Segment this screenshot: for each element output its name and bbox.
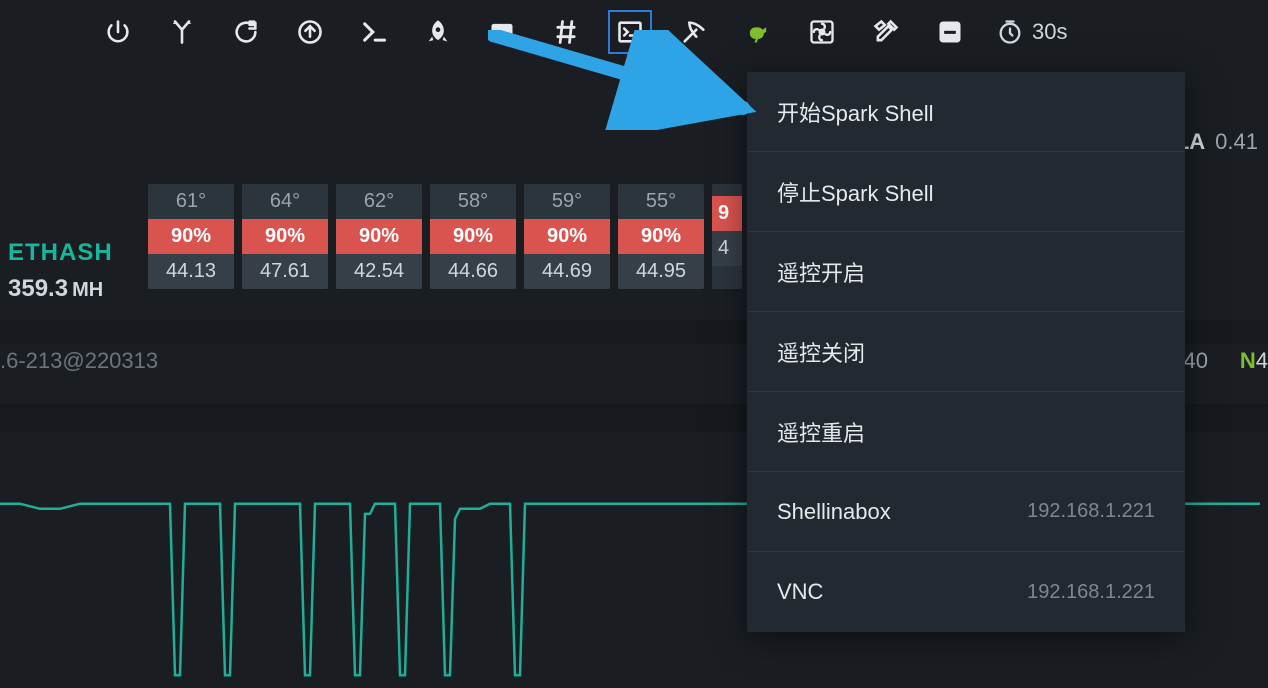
menu-ip: 192.168.1.221 [1027,581,1155,604]
gpu-hash: 42.54 [336,254,422,289]
nvidia-label: N [1240,348,1256,373]
gpu-card[interactable]: 64° 90% 47.61 [242,184,328,289]
menu-label: Shellinabox [777,499,891,525]
la-value: 0.41 [1215,129,1258,155]
fan-icon[interactable] [804,14,840,50]
hash-icon[interactable] [548,14,584,50]
load-average: LA 0.41 [1176,129,1258,155]
hashrate-value: 359.3 [8,275,68,302]
menu-remote-off[interactable]: 遥控关闭 [747,312,1185,392]
hashrate: 359.3MH [8,275,113,303]
gpu-fan: 90% [336,219,422,254]
refresh-timer[interactable]: 30s [996,18,1067,46]
gpu-hash: 44.95 [618,254,704,289]
gpu-hash: 44.13 [148,254,234,289]
menu-remote-on[interactable]: 遥控开启 [747,232,1185,312]
gpu-temp: 61° [148,184,234,219]
minimize-icon[interactable] [932,14,968,50]
gpu-fan: 90% [524,219,610,254]
gpu-hash: 44.69 [524,254,610,289]
ethernet-icon[interactable] [484,14,520,50]
gpu-fan: 90% [148,219,234,254]
menu-label: 遥控重启 [777,416,865,448]
menu-remote-reboot[interactable]: 遥控重启 [747,392,1185,472]
menu-stop-spark[interactable]: 停止Spark Shell [747,152,1185,232]
gpu-hash: 47.61 [242,254,328,289]
menu-label: 遥控关闭 [777,336,865,368]
menu-vnc[interactable]: VNC 192.168.1.221 [747,552,1185,632]
dog-icon[interactable] [740,14,776,50]
menu-start-spark[interactable]: 开始Spark Shell [747,72,1185,152]
console-dropdown-menu: 开始Spark Shell 停止Spark Shell 遥控开启 遥控关闭 遥控… [747,72,1185,632]
console-icon[interactable] [612,14,648,50]
gpu-hash: 44.66 [430,254,516,289]
gpu-temp: 64° [242,184,328,219]
counter-value: 40 [1184,348,1208,374]
gpu-card-row: 61° 90% 44.13 64° 90% 47.61 62° 90% 42.5… [148,184,742,289]
gpu-fan: 90% [430,219,516,254]
gpu-card[interactable]: 9 4 [712,184,742,289]
version-text: .6-213@220313 [0,348,158,374]
pickaxe-icon[interactable] [676,14,712,50]
top-toolbar: 30s [0,0,1268,64]
menu-label: 开始Spark Shell [777,96,934,128]
gpu-card[interactable]: 58° 90% 44.66 [430,184,516,289]
gpu-fan: 90% [618,219,704,254]
menu-label: 遥控开启 [777,256,865,288]
terminal-prompt-icon[interactable] [356,14,392,50]
algorithm-label: ETHASH [8,239,113,267]
menu-ip: 192.168.1.221 [1027,500,1155,523]
gpu-temp: 59° [524,184,610,219]
gpu-card[interactable]: 59° 90% 44.69 [524,184,610,289]
rocket-icon[interactable] [420,14,456,50]
menu-shellinabox[interactable]: Shellinabox 192.168.1.221 [747,472,1185,552]
menu-label: 停止Spark Shell [777,176,934,208]
branch-icon[interactable] [164,14,200,50]
gpu-fan: 9 [712,196,742,231]
refresh-lock-icon[interactable] [228,14,264,50]
hash-summary: ETHASH 359.3MH [8,239,113,303]
nvidia-count: N4 [1240,348,1268,374]
gpu-hash: 4 [712,231,742,266]
gpu-card[interactable]: 61° 90% 44.13 [148,184,234,289]
content-area: LA 0.41 ETHASH 359.3MH 61° 90% 44.13 64°… [0,64,1268,688]
gpu-card[interactable]: 62° 90% 42.54 [336,184,422,289]
gpu-temp: 62° [336,184,422,219]
gpu-card[interactable]: 55° 90% 44.95 [618,184,704,289]
menu-label: VNC [777,579,823,605]
gpu-temp: 55° [618,184,704,219]
gpu-fan: 90% [242,219,328,254]
gpu-temp: 58° [430,184,516,219]
gpu-temp [712,184,742,196]
hashrate-unit: MH [72,279,103,301]
timer-label: 30s [1032,19,1067,45]
nvidia-value: 4 [1256,348,1268,373]
tools-icon[interactable] [868,14,904,50]
power-icon[interactable] [100,14,136,50]
upload-icon[interactable] [292,14,328,50]
